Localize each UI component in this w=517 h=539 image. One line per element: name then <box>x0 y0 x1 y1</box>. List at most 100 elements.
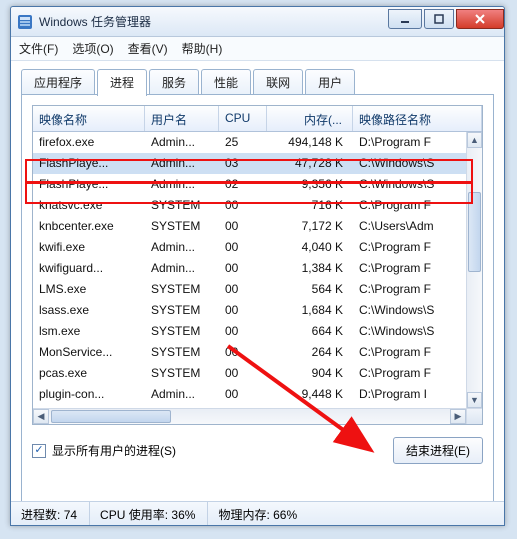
cell-path: C:\Program F <box>353 195 466 216</box>
processes-tab-page: 映像名称 用户名 CPU 内存(... 映像路径名称 firefox.exeAd… <box>21 94 494 514</box>
menu-bar: 文件(F) 选项(O) 查看(V) 帮助(H) <box>11 37 504 61</box>
process-row[interactable]: kwifiguard...Admin...001,384 KC:\Program… <box>33 258 466 279</box>
cell-image: MonService... <box>33 342 145 363</box>
window-title: Windows 任务管理器 <box>39 13 151 30</box>
cell-cpu: 00 <box>219 258 267 279</box>
vertical-scrollbar[interactable]: ▲ ▼ <box>466 132 482 408</box>
cell-image: FlashPlaye... <box>33 174 145 195</box>
show-all-users-checkbox[interactable] <box>32 444 46 458</box>
column-path[interactable]: 映像路径名称 <box>353 106 482 131</box>
scroll-left-arrow[interactable]: ◀ <box>33 409 49 424</box>
minimize-button[interactable] <box>388 9 422 29</box>
column-user[interactable]: 用户名 <box>145 106 219 131</box>
process-row[interactable]: FlashPlaye...Admin...0347,728 KC:\Window… <box>33 153 466 174</box>
cell-cpu: 03 <box>219 153 267 174</box>
cell-path: C:\Program F <box>353 258 466 279</box>
process-row[interactable]: knbcenter.exeSYSTEM007,172 KC:\Users\Adm <box>33 216 466 237</box>
process-row[interactable]: lsm.exeSYSTEM00664 KC:\Windows\S <box>33 321 466 342</box>
column-image-name[interactable]: 映像名称 <box>33 106 145 131</box>
cell-image: FlashPlaye... <box>33 153 145 174</box>
process-row[interactable]: plugin-con...Admin...009,448 KD:\Program… <box>33 384 466 405</box>
show-all-users-label: 显示所有用户的进程(S) <box>52 442 176 459</box>
scroll-up-arrow[interactable]: ▲ <box>467 132 482 148</box>
cell-path: C:\Users\Adm <box>353 216 466 237</box>
cell-path: D:\Program I <box>353 384 466 405</box>
cell-user: SYSTEM <box>145 363 219 384</box>
process-row[interactable]: pcas.exeSYSTEM00904 KC:\Program F <box>33 363 466 384</box>
cell-mem: 1,684 K <box>267 300 353 321</box>
cell-path: C:\Program F <box>353 342 466 363</box>
close-button[interactable] <box>456 9 504 29</box>
cell-path: C:\Windows\S <box>353 153 466 174</box>
tab-users[interactable]: 用户 <box>305 69 355 95</box>
cell-user: SYSTEM <box>145 195 219 216</box>
process-row[interactable]: lsass.exeSYSTEM001,684 KC:\Windows\S <box>33 300 466 321</box>
cell-path: C:\Windows\S <box>353 321 466 342</box>
process-row[interactable]: knatsvc.exeSYSTEM00716 KC:\Program F <box>33 195 466 216</box>
column-cpu[interactable]: CPU <box>219 106 267 131</box>
cell-user: Admin... <box>145 384 219 405</box>
vertical-scroll-thumb[interactable] <box>468 192 481 272</box>
cell-mem: 47,728 K <box>267 153 353 174</box>
titlebar[interactable]: Windows 任务管理器 <box>11 7 504 37</box>
tab-applications[interactable]: 应用程序 <box>21 69 95 95</box>
cell-image: knbcenter.exe <box>33 216 145 237</box>
cell-user: Admin... <box>145 174 219 195</box>
horizontal-scrollbar[interactable]: ◀ ▶ <box>33 408 466 424</box>
column-memory[interactable]: 内存(... <box>267 106 353 131</box>
status-cpu: CPU 使用率: 36% <box>90 502 208 525</box>
cell-cpu: 00 <box>219 216 267 237</box>
cell-path: C:\Program F <box>353 363 466 384</box>
cell-user: SYSTEM <box>145 342 219 363</box>
cell-mem: 494,148 K <box>267 132 353 153</box>
size-grip <box>466 408 482 424</box>
maximize-button[interactable] <box>424 9 454 29</box>
cell-path: C:\Windows\S <box>353 174 466 195</box>
process-row[interactable]: kwifi.exeAdmin...004,040 KC:\Program F <box>33 237 466 258</box>
cell-image: pcas.exe <box>33 363 145 384</box>
process-row[interactable]: LMS.exeSYSTEM00564 KC:\Program F <box>33 279 466 300</box>
tab-processes[interactable]: 进程 <box>97 69 147 96</box>
cell-cpu: 00 <box>219 279 267 300</box>
cell-mem: 1,384 K <box>267 258 353 279</box>
cell-cpu: 00 <box>219 321 267 342</box>
tab-services[interactable]: 服务 <box>149 69 199 95</box>
cell-mem: 904 K <box>267 363 353 384</box>
tab-strip: 应用程序 进程 服务 性能 联网 用户 <box>21 69 494 95</box>
cell-user: Admin... <box>145 153 219 174</box>
scroll-right-arrow[interactable]: ▶ <box>450 409 466 424</box>
cell-user: SYSTEM <box>145 279 219 300</box>
horizontal-scroll-thumb[interactable] <box>51 410 171 423</box>
scroll-down-arrow[interactable]: ▼ <box>467 392 482 408</box>
cell-image: knatsvc.exe <box>33 195 145 216</box>
cell-mem: 7,172 K <box>267 216 353 237</box>
end-process-button[interactable]: 结束进程(E) <box>393 437 483 464</box>
process-row[interactable]: FlashPlaye...Admin...029,356 KC:\Windows… <box>33 174 466 195</box>
process-row[interactable]: firefox.exeAdmin...25494,148 KD:\Program… <box>33 132 466 153</box>
cell-mem: 564 K <box>267 279 353 300</box>
cell-cpu: 00 <box>219 342 267 363</box>
cell-user: SYSTEM <box>145 300 219 321</box>
tab-networking[interactable]: 联网 <box>253 69 303 95</box>
task-manager-window: Windows 任务管理器 文件(F) 选项(O) 查看(V) 帮助(H) 应用… <box>10 6 505 526</box>
cell-image: plugin-con... <box>33 384 145 405</box>
cell-mem: 264 K <box>267 342 353 363</box>
cell-image: kwifiguard... <box>33 258 145 279</box>
tab-performance[interactable]: 性能 <box>201 69 251 95</box>
menu-file[interactable]: 文件(F) <box>19 40 58 57</box>
cell-mem: 9,356 K <box>267 174 353 195</box>
app-icon <box>17 14 33 30</box>
menu-options[interactable]: 选项(O) <box>72 40 113 57</box>
process-list[interactable]: 映像名称 用户名 CPU 内存(... 映像路径名称 firefox.exeAd… <box>32 105 483 425</box>
menu-view[interactable]: 查看(V) <box>128 40 168 57</box>
cell-cpu: 00 <box>219 384 267 405</box>
menu-help[interactable]: 帮助(H) <box>182 40 223 57</box>
list-header: 映像名称 用户名 CPU 内存(... 映像路径名称 <box>33 106 482 132</box>
cell-mem: 664 K <box>267 321 353 342</box>
cell-cpu: 00 <box>219 363 267 384</box>
cell-user: SYSTEM <box>145 321 219 342</box>
status-memory: 物理内存: 66% <box>208 502 504 525</box>
cell-mem: 716 K <box>267 195 353 216</box>
status-processes: 进程数: 74 <box>11 502 90 525</box>
process-row[interactable]: MonService...SYSTEM00264 KC:\Program F <box>33 342 466 363</box>
